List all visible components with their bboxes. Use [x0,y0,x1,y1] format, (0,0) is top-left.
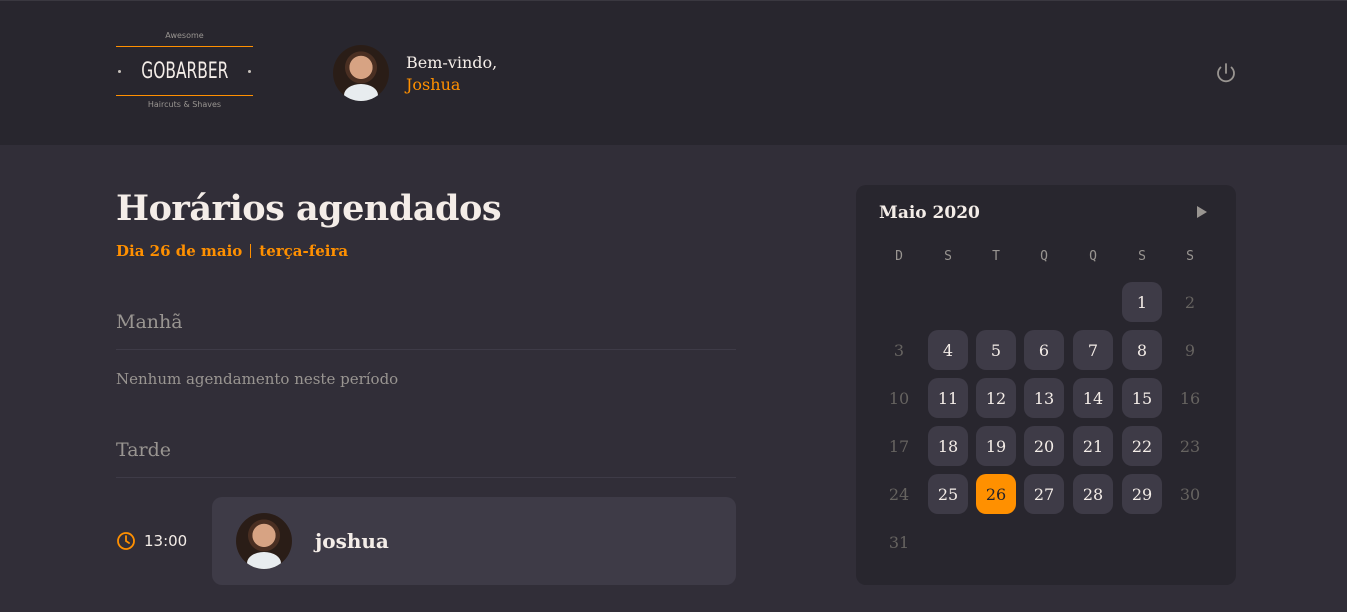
clock-icon [117,532,135,550]
calendar-weekday-header: S [944,249,952,264]
selected-weekday-text: terça-feira [259,242,349,260]
morning-section-title: Manhã [116,311,736,350]
user-avatar[interactable] [333,45,389,101]
calendar-day-17: 17 [888,436,910,456]
calendar: Maio 2020 DSTQQSS 1 2 3 4 5 6 7 8 9 10 11 12 13 14 15 1… [856,185,1236,585]
calendar-day-25[interactable]: 25 [928,474,968,514]
calendar-day-27[interactable]: 27 [1024,474,1064,514]
calendar-day-7[interactable]: 7 [1073,330,1113,370]
morning-empty-message: Nenhum agendamento neste período [116,370,399,388]
calendar-weekday-header: Q [1040,249,1048,264]
logo-dot-left [117,69,121,73]
calendar-day-15[interactable]: 15 [1122,378,1162,418]
calendar-day-6[interactable]: 6 [1024,330,1064,370]
calendar-day-12[interactable]: 12 [976,378,1016,418]
calendar-weekday-header: S [1186,249,1194,264]
selected-date: Dia 26 de maio terça-feira [116,242,348,260]
calendar-day-9: 9 [1184,340,1196,360]
client-name: joshua [315,529,389,553]
calendar-day-22[interactable]: 22 [1122,426,1162,466]
calendar-day-3: 3 [893,340,905,360]
logo-brand-frame: GOBARBER [116,46,253,96]
next-month-icon[interactable] [1196,205,1208,219]
calendar-day-13[interactable]: 13 [1024,378,1064,418]
calendar-weekday-header: S [1138,249,1146,264]
appointment-time: 13:00 [116,531,187,551]
appointment-time-text: 13:00 [144,532,188,550]
calendar-day-20[interactable]: 20 [1024,426,1064,466]
selected-day-text: Dia 26 de maio [116,242,243,260]
page-title: Horários agendados [116,188,502,229]
logo-tagline-bottom: Haircuts & Shaves [147,100,222,109]
top-header: Awesome GOBARBER Haircuts & Shaves Bem-v… [0,0,1347,145]
calendar-day-8[interactable]: 8 [1122,330,1162,370]
client-avatar [236,513,292,569]
calendar-weekday-header: D [895,249,903,264]
logout-button[interactable] [1214,61,1238,85]
welcome-block: Bem-vindo, Joshua [406,52,497,96]
calendar-day-24: 24 [888,484,910,504]
calendar-day-26[interactable]: 26 [976,474,1016,514]
afternoon-section-title: Tarde [116,439,736,478]
calendar-weekday-header: T [992,249,1000,264]
logo-tagline-top: Awesome [165,31,204,40]
power-icon [1217,63,1235,83]
profile-link[interactable]: Joshua [406,74,497,96]
calendar-day-23: 23 [1179,436,1201,456]
calendar-day-11[interactable]: 11 [928,378,968,418]
calendar-weekday-header: Q [1089,249,1097,264]
gobarber-logo[interactable]: Awesome GOBARBER Haircuts & Shaves [116,31,253,117]
calendar-day-5[interactable]: 5 [976,330,1016,370]
logo-brand-text: GOBARBER [140,58,229,84]
calendar-day-4[interactable]: 4 [928,330,968,370]
appointment-card[interactable]: joshua [212,497,736,585]
calendar-month: Maio 2020 [879,203,980,223]
calendar-day-18[interactable]: 18 [928,426,968,466]
calendar-day-14[interactable]: 14 [1073,378,1113,418]
calendar-day-31: 31 [888,532,910,552]
logo-dot-right [248,69,252,73]
date-separator [250,244,252,258]
calendar-day-10: 10 [888,388,910,408]
calendar-day-2: 2 [1184,292,1196,312]
calendar-day-1[interactable]: 1 [1122,282,1162,322]
calendar-day-30: 30 [1179,484,1201,504]
welcome-label: Bem-vindo, [406,53,498,72]
calendar-day-19[interactable]: 19 [976,426,1016,466]
calendar-day-29[interactable]: 29 [1122,474,1162,514]
calendar-day-21[interactable]: 21 [1073,426,1113,466]
calendar-day-16: 16 [1179,388,1201,408]
calendar-day-28[interactable]: 28 [1073,474,1113,514]
